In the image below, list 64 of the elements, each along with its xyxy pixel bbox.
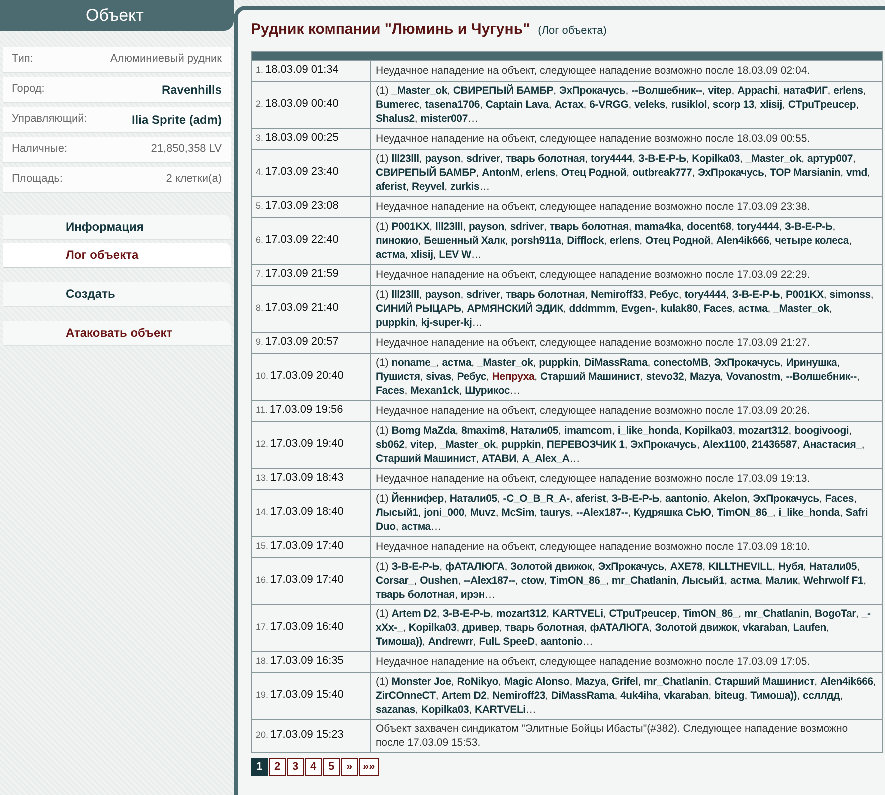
page-button[interactable]: » — [341, 758, 358, 776]
attack-participants: (1) lll23lll, payson, sdriver, тварь болотная, tory4444, З-В-Е-Р-Ь, Kopilka03, _Master_ok, артур007, СВИРЕПЫЙ БАМБР, AntonM, erlens, Отец Родной, outbreak777, ЭхПрокачусь, TOP Marsianin, vmd, aferist, Reyvel, zurkis… — [376, 152, 872, 194]
table-cell: 11. 17.03.09 19:56 — [252, 400, 371, 420]
table-cell: 12. 17.03.09 19:40 — [252, 422, 371, 468]
table-cell: 3. 18.03.09 00:25 — [252, 128, 371, 148]
table-cell: 1. 18.03.09 01:34 — [252, 60, 371, 80]
menu-item[interactable]: Создать — [3, 282, 231, 307]
table-cell: 4. 17.03.09 23:40 — [252, 150, 371, 196]
page-subtitle: (Лог объекта) — [538, 24, 607, 39]
menu-item[interactable]: Лог объекта — [3, 243, 231, 268]
attack-participants: (1) P001KX, lll23lll, payson, sdriver, тварь болотная, mama4ka, docent68, tory4444, З-В-Е-Р-Ь, пинокио, Бешенный Халк, porsh911a, Difflock, erlens, Отец Родной, Alen4ik666, четыре колеса, астма, xlisij, LEV W… — [376, 220, 853, 262]
attack-participants: (1) lll23lll, payson, sdriver, тварь болотная, Nemiroff33, Ребус, tory4444, З-В-Е-Р-Ь, P001KX, simonss, СИНИЙ РЫЦАРЬ, АРМЯНСКИЙ ЭДИК, dddmmm, Evgen-, kulak80, Faces, астма, _Master_ok, puppkin, kj-super-kj… — [376, 288, 875, 330]
table-cell: 6. 17.03.09 22:40 — [252, 218, 371, 264]
info-value: Алюминиевый рудник — [110, 52, 222, 68]
log-message: Неудачное нападение на объект, следующее нападение возможно после 17.03.09 21:27. — [376, 336, 810, 350]
attack-participants: (1) Artem D2, З-В-Е-Р-Ь, mozart312, KARTVELi, CTpuTpeucep, TimON_86_, mr_Chatlanin, BogoTar, _-xXx-_, Kopilka03, дривер, тварь болотная, фАТАЛЮГА, Золотой движок, vkaraban, Laufen, Тимоша)), Andrewrr, FulL SpeeD, aantonio… — [376, 606, 872, 648]
table-cell: 9. 17.03.09 20:57 — [252, 332, 371, 352]
log-message: Неудачное нападение на объект, следующее нападение возможно после 17.03.09 17:05. — [376, 654, 810, 668]
table-cell: 10. 17.03.09 20:40 — [252, 354, 371, 400]
log-message: Неудачное нападение на объект, следующее нападение возможно после 17.03.09 22:29. — [376, 268, 810, 282]
table-cell: 19. 17.03.09 15:40 — [252, 672, 371, 718]
table-cell: 17. 17.03.09 16:40 — [252, 604, 371, 650]
info-value: Ravenhills — [162, 82, 222, 98]
page-button[interactable]: 4 — [305, 758, 322, 776]
table-cell: 13. 17.03.09 18:43 — [252, 468, 371, 488]
log-message: Неудачное нападение на объект, следующее нападение возможно после 17.03.09 18:10. — [376, 540, 810, 554]
table-cell: 5. 17.03.09 23:08 — [252, 196, 371, 216]
info-value: Ilia Sprite (adm) — [132, 112, 222, 128]
attack-participants: (1) З-В-Е-Р-Ь, фАТАЛЮГА, Золотой движок, ЭхПрокачусь, AXE78, KILLTHEVILL, Нубя, Натали05, Corsar_, Oushen, --Alex187--, ctow, TimON_86_, mr_Chatlanin, Лысый1, астма, Малик, Wehrwolf F1, тварь болотная, ирэн… — [376, 560, 868, 602]
info-value: 21,850,358 LV — [151, 142, 222, 158]
sidebar-header: Объект — [0, 0, 234, 31]
log-message: Неудачное нападение на объект, следующее нападение возможно после 17.03.09 23:38. — [376, 200, 810, 214]
table-cell: 18. 17.03.09 16:35 — [252, 652, 371, 672]
attack-participants: (1) noname_, астма, _Master_ok, puppkin, DiMassRama, conectoMB, ЭхПрокачусь, Иринушка, Пушистя, sivas, Ребус, Непруха, Старший Машинист, stevo32, Mazya, Vovanostm, --Волшебник--, Faces, Mexan1ck, Шурикос… — [376, 356, 861, 398]
info-label: Тип: — [12, 52, 34, 68]
page-button[interactable]: 3 — [287, 758, 304, 776]
info-label: Управляющий: — [12, 112, 88, 128]
info-label: Наличные: — [12, 142, 68, 158]
attack-participants: (1) Йеннифер, Натали05, -C_O_B_R_A-, aferist, З-В-Е-Р-Ь, aantonio, Akelon, ЭхПрокачусь, Faces, Лысый1, joni_000, Muvz, McSim, taurys, --Alex187--, Кудряшка СЬЮ, TimON_86_, i_like_honda, Safri Duo, астма… — [376, 492, 870, 534]
log-message: Объект захвачен синдикатом "Элитные Бойцы Ибасты"(#382). Следующее нападение возможно после 17.03.09 15:53. — [376, 722, 850, 750]
log-message: Неудачное нападение на объект, следующее нападение возможно после 17.03.09 19:13. — [376, 472, 810, 486]
menu-item[interactable]: Атаковать объект — [3, 321, 231, 346]
attack-participants: (1) Monster Joe, RoNikyo, Magic Alonso, Mazya, Grifel, mr_Chatlanin, Старший Машинист, Alen4ik666, ZirCOnneCT, Artem D2, Nemiroff23, DiMassRama, 4uk4iha, vkaraban, biteug, Тимоша)), ссллдд, sazanas, Kopilka03, KARTVELi… — [376, 674, 877, 716]
table-cell: 14. 17.03.09 18:40 — [252, 490, 371, 536]
log-message: Неудачное нападение на объект, следующее нападение возможно после 18.03.09 02:04. — [376, 64, 810, 78]
table-cell: 8. 17.03.09 21:40 — [252, 286, 371, 332]
page-button[interactable]: 2 — [269, 758, 286, 776]
info-label: Город: — [12, 82, 45, 98]
page-button[interactable]: »» — [359, 758, 380, 776]
table-cell: 7. 17.03.09 21:59 — [252, 264, 371, 284]
log-message: Неудачное нападение на объект, следующее нападение возможно после 18.03.09 00:55. — [376, 132, 810, 146]
table-cell: 16. 17.03.09 17:40 — [252, 558, 371, 604]
page-button[interactable]: 5 — [323, 758, 340, 776]
table-cell: 15. 17.03.09 17:40 — [252, 536, 371, 556]
table-cell: 2. 18.03.09 00:40 — [252, 82, 371, 128]
page-button[interactable]: 1 — [251, 758, 268, 776]
log-message: Неудачное нападение на объект, следующее нападение возможно после 17.03.09 20:26. — [376, 404, 810, 418]
table-cell: 20. 17.03.09 15:23 — [252, 720, 371, 752]
info-label: Площадь: — [12, 172, 63, 188]
info-value: 2 клетки(а) — [166, 172, 222, 188]
page-title: Рудник компании "Люминь и Чугунь" — [251, 20, 530, 40]
menu-item[interactable]: Информация — [3, 215, 231, 240]
attack-participants: (1) Bomg MaZda, 8maxim8, Натали05, imamcom, i_like_honda, Kopilka03, mozart312, boogivoogi, sb062, vitep, _Master_ok, puppkin, ПЕРЕВОЗЧИК 1, ЭхПрокачусь, Alex1100, 21436587, Анастасия_, Старший Машинист, АТАВИ, A_Alex_A… — [376, 424, 866, 466]
attack-participants: (1) _Master_ok, СВИРЕПЫЙ БАМБР, ЭхПрокачусь, --Волшебник--, vitep, Appachi, натаФИГ, erlens, Bumerec, tasena1706, Captain Lava, Астах, 6-VRGG, veleks, rusiklol, scorp 13, xlisij, CTpuTpeucep, Shalus2, mister007… — [376, 84, 868, 126]
